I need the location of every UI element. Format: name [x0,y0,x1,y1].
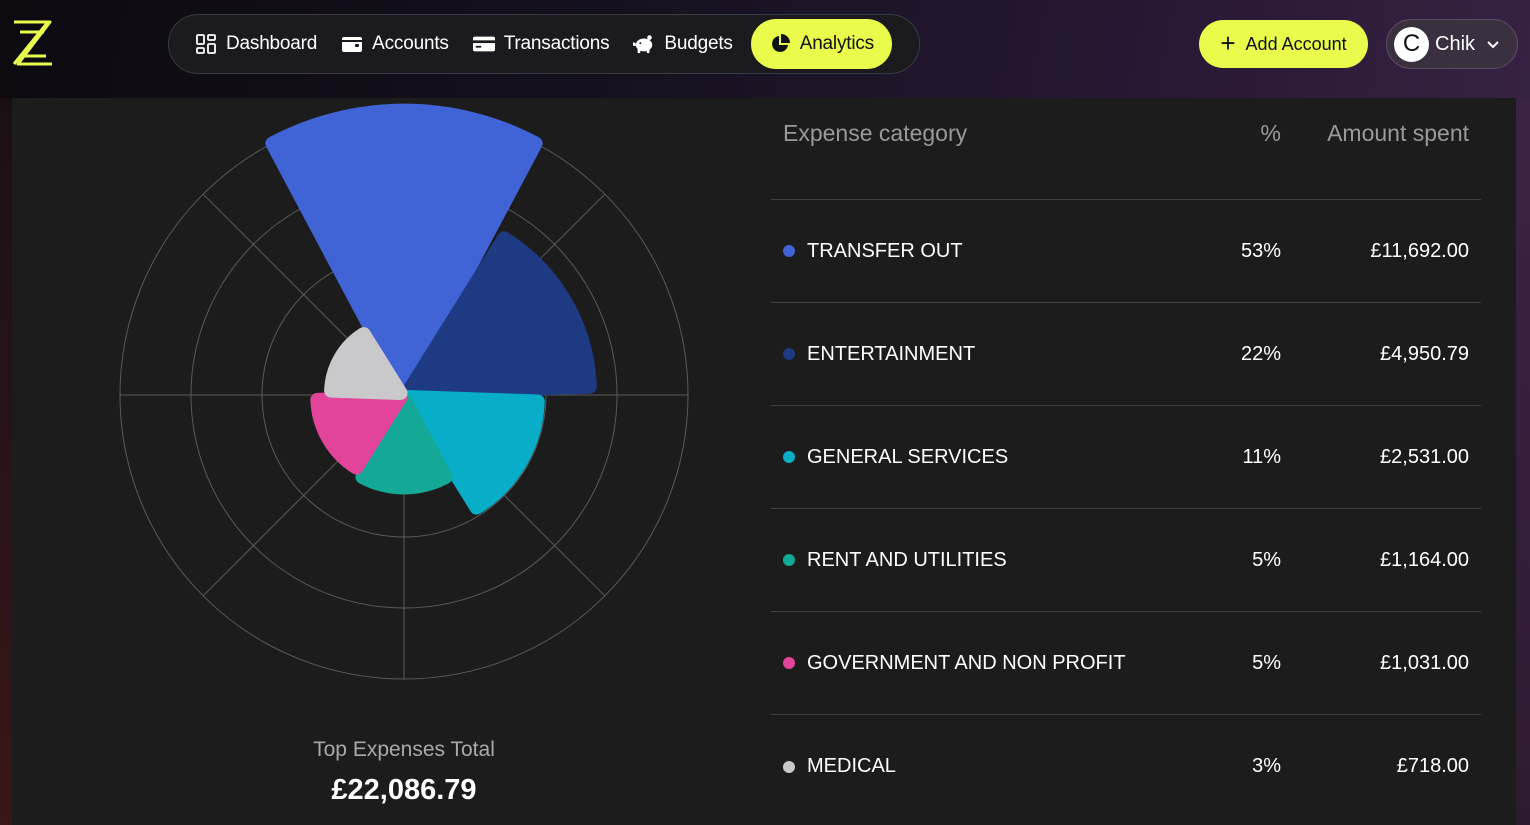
amount-cell: £2,531.00 [1380,445,1469,468]
avatar: C [1394,26,1429,62]
header-category: Expense category [783,120,968,146]
percent-cell: 5% [1252,548,1281,571]
category-name: MEDICAL [807,755,896,777]
nav-dashboard-label: Dashboard [226,33,318,54]
amount-cell: £4,950.79 [1380,342,1469,365]
category-cell: MEDICAL [771,755,1191,778]
category-name: GENERAL SERVICES [807,445,1009,468]
plus-icon: + [1220,27,1236,58]
chevron-down-icon [1487,41,1499,49]
total-value: £22,086.79 [331,774,477,806]
nav-dashboard[interactable]: Dashboard [183,19,329,69]
analytics-panel: Top Expenses Total £22,086.79 Expense ca… [12,98,1516,825]
table-row[interactable]: GENERAL SERVICES 11% £2,531.00 [771,406,1481,509]
percent-cell: 11% [1242,445,1281,468]
amount-cell: £718.00 [1396,755,1469,777]
category-cell: ENTERTAINMENT [771,343,1191,366]
user-name: Chik [1435,32,1476,55]
grid-icon [196,34,216,54]
legend-dot [783,348,795,360]
category-name: RENT AND UTILITIES [807,548,1007,571]
table-row[interactable]: TRANSFER OUT 53% £11,692.00 [771,200,1481,303]
category-cell: GOVERNMENT AND NON PROFIT [771,652,1191,675]
category-name: ENTERTAINMENT [807,342,976,365]
percent-cell: 53% [1240,239,1281,262]
wallet-icon [342,37,363,52]
legend-dot [783,554,795,566]
category-cell: GENERAL SERVICES [771,446,1191,469]
nav-transactions[interactable]: Transactions [461,19,622,69]
nav-transactions-label: Transactions [503,33,610,54]
legend-dot [783,657,795,669]
expense-table: Expense category % Amount spent TRANSFER… [771,98,1481,818]
table-row[interactable]: ENTERTAINMENT 22% £4,950.79 [771,303,1481,406]
table-row[interactable]: MEDICAL 3% £718.00 [771,715,1481,818]
amount-cell: £1,164.00 [1380,548,1469,571]
nav-accounts-label: Accounts [372,33,449,54]
percent-cell: 22% [1240,342,1281,365]
amount-cell: £1,031.00 [1380,651,1469,674]
percent-cell: 5% [1252,651,1281,674]
table-row[interactable]: GOVERNMENT AND NON PROFIT 5% £1,031.00 [771,612,1481,715]
add-account-label: Add Account [1245,33,1347,54]
polar-area-chart [119,103,689,680]
total-label: Top Expenses Total [313,738,495,761]
user-menu-button[interactable]: C Chik [1386,19,1518,69]
card-icon [472,36,495,52]
polar-chart-container [12,98,772,825]
header-amount: Amount spent [1327,120,1469,146]
nav-budgets-label: Budgets [664,33,733,54]
main-nav: Dashboard Accounts Transactions Budgets [168,14,920,74]
amount-cell: £11,692.00 [1370,239,1469,262]
category-cell: TRANSFER OUT [771,240,1191,263]
background-right [1516,98,1530,825]
nav-accounts[interactable]: Accounts [329,19,461,69]
category-cell: RENT AND UTILITIES [771,549,1191,572]
percent-cell: 3% [1252,755,1281,777]
nav-analytics[interactable]: Analytics [750,19,892,69]
app-logo[interactable] [10,18,56,70]
nav-analytics-label: Analytics [799,33,874,54]
legend-dot [783,760,795,773]
nav-budgets[interactable]: Budgets [621,19,744,69]
category-name: TRANSFER OUT [807,239,963,262]
pie-chart-icon [771,34,790,52]
legend-dot [783,245,795,257]
legend-dot [783,451,795,463]
background-left [0,98,12,825]
table-header: Expense category % Amount spent [771,98,1481,200]
table-row[interactable]: RENT AND UTILITIES 5% £1,164.00 [771,509,1481,612]
piggy-bank-icon [633,35,653,54]
category-name: GOVERNMENT AND NON PROFIT [807,651,1126,674]
header-percent: % [1260,120,1281,146]
add-account-button[interactable]: + Add Account [1199,20,1368,68]
